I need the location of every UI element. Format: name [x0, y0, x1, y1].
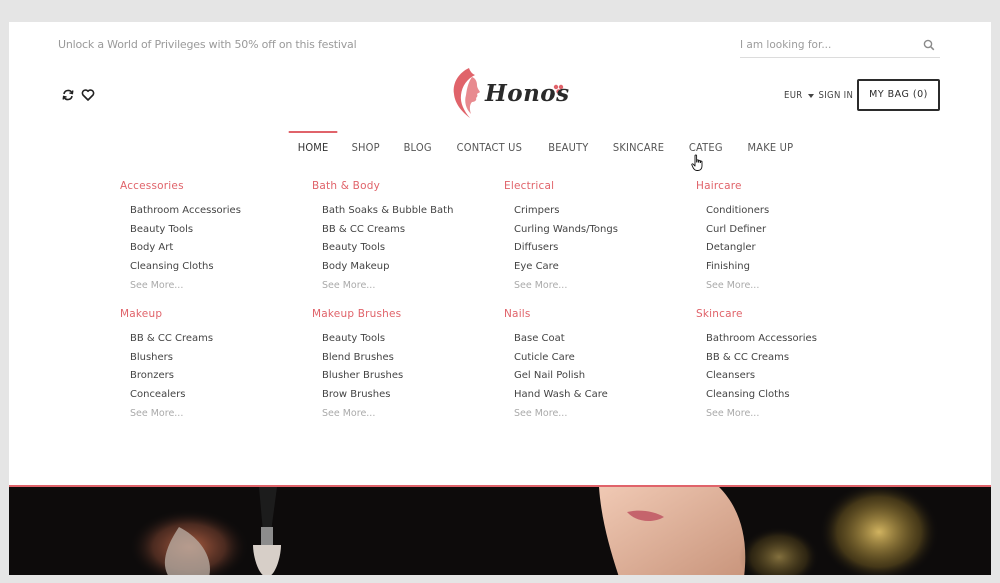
- nav-contact-us[interactable]: CONTACT US: [447, 132, 530, 164]
- see-more-link[interactable]: See More...: [706, 278, 886, 292]
- menu-link[interactable]: Blend Brushes: [322, 350, 502, 369]
- mega-column-accessories: Accessories Bathroom Accessories Beauty …: [120, 180, 310, 292]
- menu-link[interactable]: Concealers: [130, 387, 310, 406]
- menu-link[interactable]: Body Makeup: [322, 259, 502, 278]
- menu-link[interactable]: Base Coat: [514, 331, 694, 350]
- menu-link[interactable]: Bathroom Accessories: [706, 331, 886, 350]
- menu-link[interactable]: Body Art: [130, 240, 310, 259]
- hero-banner: [9, 485, 991, 575]
- currency-selector[interactable]: EUR: [784, 90, 803, 101]
- see-more-link[interactable]: See More...: [322, 278, 502, 292]
- see-more-link[interactable]: See More...: [514, 406, 694, 420]
- menu-link[interactable]: Cleansing Cloths: [706, 387, 886, 406]
- mega-column-makeup: Makeup BB & CC Creams Blushers Bronzers …: [120, 308, 310, 420]
- menu-link[interactable]: Bath Soaks & Bubble Bath: [322, 203, 502, 222]
- category-heading[interactable]: Makeup: [120, 308, 310, 320]
- compare-icon[interactable]: [61, 88, 75, 102]
- menu-link[interactable]: Curl Definer: [706, 222, 886, 241]
- nav-shop[interactable]: SHOP: [343, 132, 389, 164]
- nav-skincare[interactable]: SKINCARE: [604, 132, 673, 164]
- mega-column-bath-body: Bath & Body Bath Soaks & Bubble Bath BB …: [312, 180, 502, 292]
- nav-beauty[interactable]: BEAUTY: [539, 132, 597, 164]
- logo-text: Honos: [485, 80, 570, 107]
- menu-link[interactable]: BB & CC Creams: [322, 222, 502, 241]
- nav-categ[interactable]: CATEG: [680, 132, 732, 164]
- menu-link[interactable]: BB & CC Creams: [706, 350, 886, 369]
- menu-link[interactable]: Diffusers: [514, 240, 694, 259]
- account-controls: EUR SIGN IN: [784, 90, 853, 101]
- site-logo[interactable]: Honos: [442, 64, 570, 124]
- caret-down-icon[interactable]: [807, 94, 814, 98]
- hand-cursor-icon: [691, 154, 703, 171]
- main-nav: HOME SHOP BLOG CONTACT US BEAUTY SKINCAR…: [286, 131, 806, 171]
- menu-link[interactable]: Cleansers: [706, 368, 886, 387]
- search-bar: [740, 34, 940, 58]
- menu-link[interactable]: Crimpers: [514, 203, 694, 222]
- browser-page: Unlock a World of Privileges with 50% of…: [9, 22, 991, 575]
- sign-in-link[interactable]: SIGN IN: [819, 90, 854, 101]
- menu-link[interactable]: Hand Wash & Care: [514, 387, 694, 406]
- currency-label: EUR: [784, 90, 803, 101]
- category-heading[interactable]: Haircare: [696, 180, 886, 192]
- search-input[interactable]: [740, 34, 910, 56]
- see-more-link[interactable]: See More...: [130, 278, 310, 292]
- category-heading[interactable]: Bath & Body: [312, 180, 502, 192]
- menu-link[interactable]: Detangler: [706, 240, 886, 259]
- menu-link[interactable]: Gel Nail Polish: [514, 368, 694, 387]
- menu-link[interactable]: Curling Wands/Tongs: [514, 222, 694, 241]
- menu-link[interactable]: Beauty Tools: [322, 240, 502, 259]
- promo-text: Unlock a World of Privileges with 50% of…: [58, 38, 357, 51]
- menu-link[interactable]: Cleansing Cloths: [130, 259, 310, 278]
- mega-column-skincare: Skincare Bathroom Accessories BB & CC Cr…: [696, 308, 886, 420]
- category-heading[interactable]: Accessories: [120, 180, 310, 192]
- category-heading[interactable]: Skincare: [696, 308, 886, 320]
- see-more-link[interactable]: See More...: [130, 406, 310, 420]
- nav-home[interactable]: HOME: [288, 131, 338, 164]
- menu-link[interactable]: Finishing: [706, 259, 886, 278]
- menu-link[interactable]: Blusher Brushes: [322, 368, 502, 387]
- menu-link[interactable]: Bathroom Accessories: [130, 203, 310, 222]
- menu-link[interactable]: Beauty Tools: [322, 331, 502, 350]
- menu-link[interactable]: Beauty Tools: [130, 222, 310, 241]
- my-bag-button[interactable]: MY BAG (0): [857, 79, 940, 111]
- menu-link[interactable]: Brow Brushes: [322, 387, 502, 406]
- menu-link[interactable]: BB & CC Creams: [130, 331, 310, 350]
- menu-link[interactable]: Eye Care: [514, 259, 694, 278]
- nav-make-up[interactable]: MAKE UP: [738, 132, 802, 164]
- menu-link[interactable]: Conditioners: [706, 203, 886, 222]
- mega-column-haircare: Haircare Conditioners Curl Definer Detan…: [696, 180, 886, 292]
- nav-blog[interactable]: BLOG: [394, 132, 440, 164]
- category-heading[interactable]: Nails: [504, 308, 694, 320]
- wishlist-heart-icon[interactable]: [81, 88, 95, 102]
- utility-icons: [61, 88, 95, 102]
- category-heading[interactable]: Makeup Brushes: [312, 308, 502, 320]
- menu-link[interactable]: Bronzers: [130, 368, 310, 387]
- mega-column-nails: Nails Base Coat Cuticle Care Gel Nail Po…: [504, 308, 694, 420]
- category-heading[interactable]: Electrical: [504, 180, 694, 192]
- see-more-link[interactable]: See More...: [322, 406, 502, 420]
- mega-column-makeup-brushes: Makeup Brushes Beauty Tools Blend Brushe…: [312, 308, 502, 420]
- see-more-link[interactable]: See More...: [706, 406, 886, 420]
- hero-image: [129, 487, 939, 575]
- see-more-link[interactable]: See More...: [514, 278, 694, 292]
- menu-link[interactable]: Cuticle Care: [514, 350, 694, 369]
- search-icon[interactable]: [923, 39, 935, 51]
- menu-link[interactable]: Blushers: [130, 350, 310, 369]
- mega-column-electrical: Electrical Crimpers Curling Wands/Tongs …: [504, 180, 694, 292]
